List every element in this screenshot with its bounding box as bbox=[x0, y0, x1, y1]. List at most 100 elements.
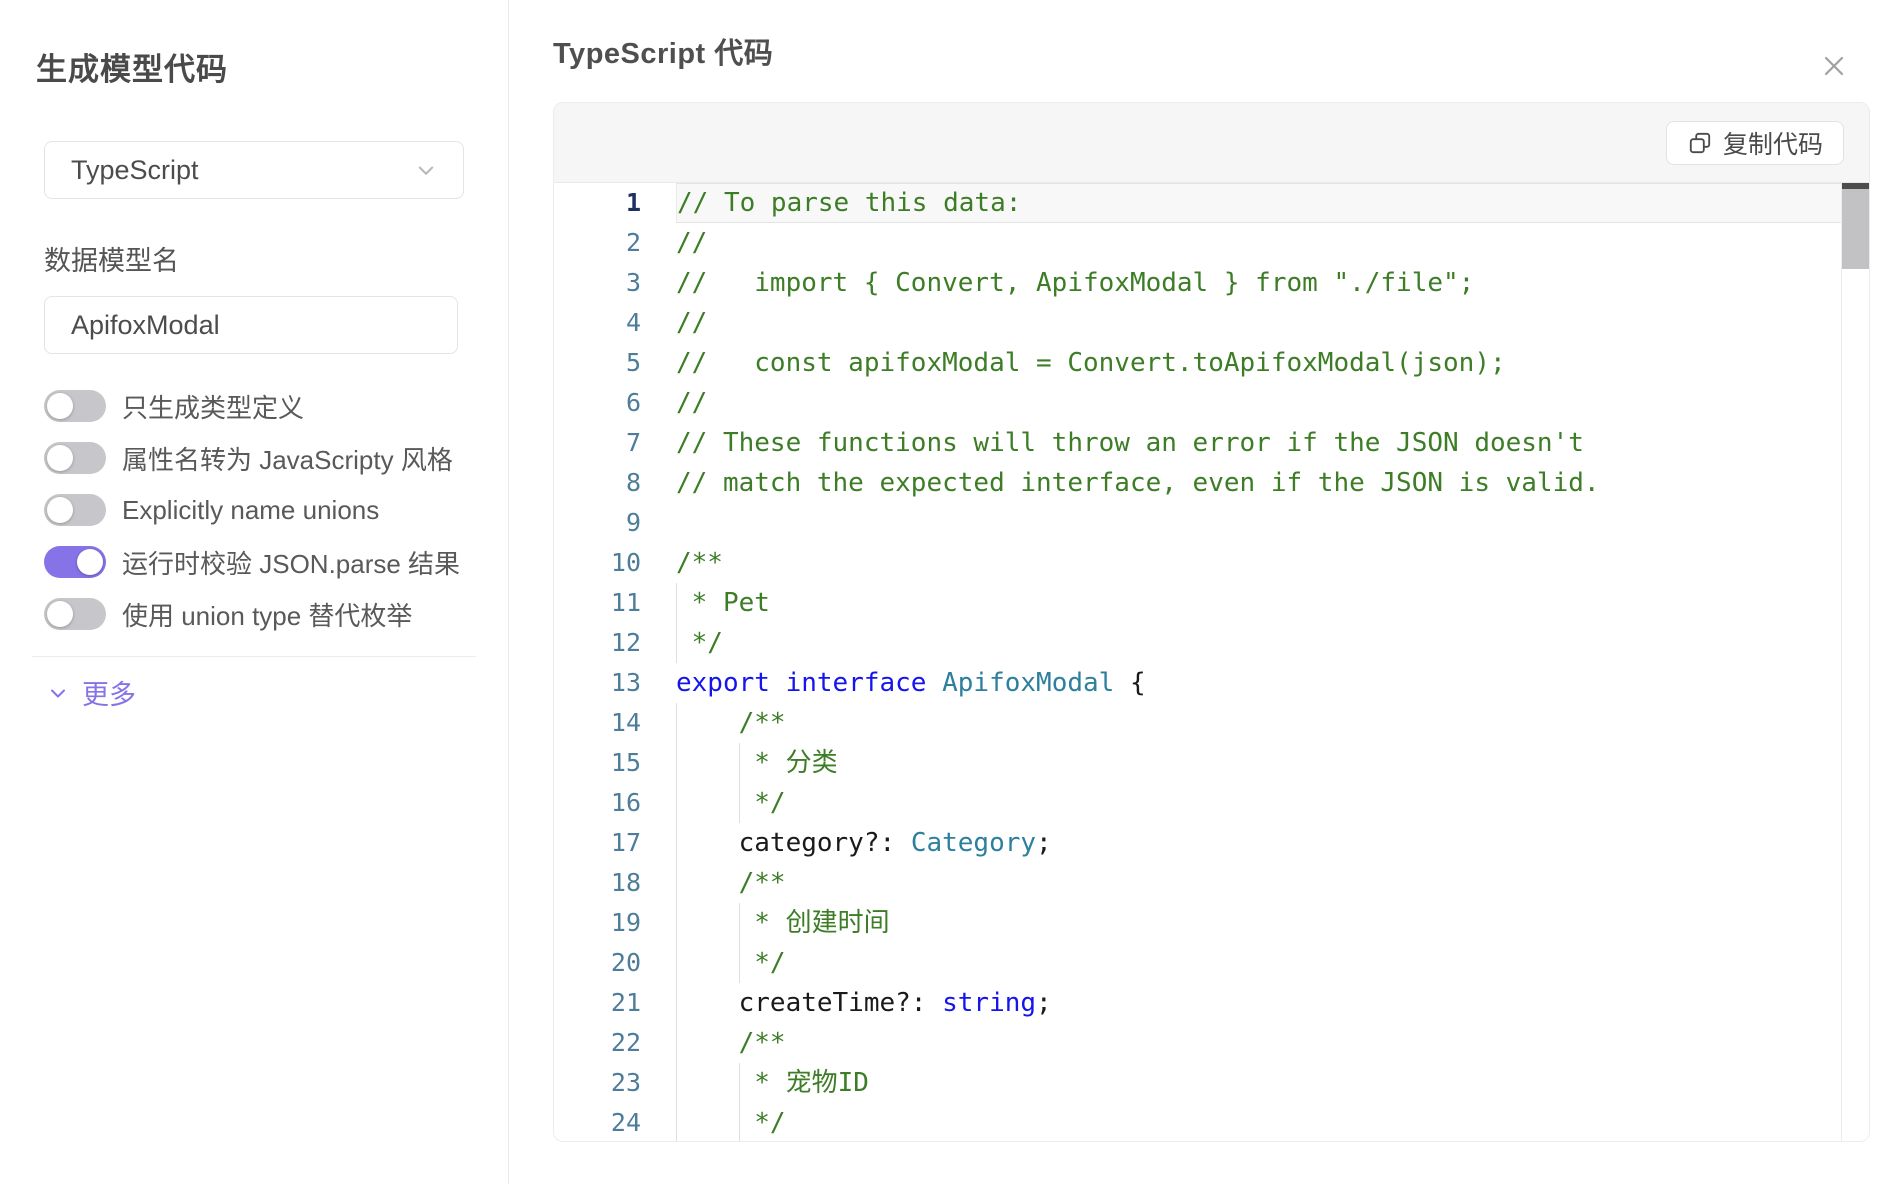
panel-title: TypeScript 代码 bbox=[553, 30, 1870, 72]
toggle-switch-1[interactable] bbox=[44, 442, 106, 474]
toggle-switch-2[interactable] bbox=[44, 494, 106, 526]
toggle-knob bbox=[47, 393, 73, 419]
close-button[interactable] bbox=[1816, 48, 1852, 84]
copy-icon bbox=[1687, 130, 1713, 156]
line-number: 14 bbox=[554, 703, 676, 743]
line-number: 17 bbox=[554, 823, 676, 863]
line-number: 7 bbox=[554, 423, 676, 463]
line-number: 18 bbox=[554, 863, 676, 903]
language-select[interactable]: TypeScript bbox=[44, 141, 464, 199]
toggle-switch-0[interactable] bbox=[44, 390, 106, 422]
code-line-text: // const apifoxModal = Convert.toApifoxM… bbox=[676, 343, 1841, 383]
code-line: 4// bbox=[554, 303, 1869, 343]
code-line: 10/** bbox=[554, 543, 1869, 583]
code-line-text bbox=[676, 503, 1841, 543]
code-line-text: export interface ApifoxModal { bbox=[676, 663, 1841, 703]
code-line: 20 */ bbox=[554, 943, 1869, 983]
code-line-text: /** bbox=[676, 703, 1841, 743]
code-token: Category bbox=[911, 828, 1036, 858]
code-line-text: // To parse this data: bbox=[676, 183, 1841, 223]
code-token: /** bbox=[676, 708, 786, 738]
code-token: // bbox=[676, 308, 707, 338]
code-token bbox=[770, 668, 786, 698]
indent-guide bbox=[676, 703, 677, 743]
sidebar: 生成模型代码 TypeScript 数据模型名 只生成类型定义属性名转为 Jav… bbox=[0, 0, 509, 1184]
code-token: ; bbox=[1036, 828, 1052, 858]
toggle-row: 运行时校验 JSON.parse 结果 bbox=[44, 536, 472, 588]
scrollbar-thumb[interactable] bbox=[1842, 189, 1869, 269]
code-line-text: // These functions will throw an error i… bbox=[676, 423, 1841, 463]
chevron-down-icon bbox=[411, 155, 441, 185]
more-link[interactable]: 更多 bbox=[46, 673, 472, 712]
indent-guide bbox=[676, 1063, 677, 1103]
code-line: 1// To parse this data: bbox=[554, 183, 1869, 223]
code-line-text: * Pet bbox=[676, 583, 1841, 623]
indent-guide bbox=[676, 743, 677, 783]
code-token: */ bbox=[676, 1108, 786, 1138]
toggle-switch-3[interactable] bbox=[44, 546, 106, 578]
copy-code-label: 复制代码 bbox=[1723, 125, 1823, 161]
indent-guide bbox=[676, 1023, 677, 1063]
model-name-input[interactable] bbox=[44, 296, 458, 354]
toggle-label: 属性名转为 JavaScripty 风格 bbox=[122, 440, 453, 477]
code-line: 16 */ bbox=[554, 783, 1869, 823]
code-token: /** bbox=[676, 548, 723, 578]
sidebar-divider bbox=[32, 656, 476, 657]
line-number: 6 bbox=[554, 383, 676, 423]
indent-guide bbox=[739, 1103, 740, 1141]
code-token: * 宠物ID bbox=[676, 1068, 869, 1098]
code-line: 22 /** bbox=[554, 1023, 1869, 1063]
code-token: // bbox=[676, 228, 707, 258]
line-number: 3 bbox=[554, 263, 676, 303]
code-token: createTime?: bbox=[676, 988, 942, 1018]
code-line: 15 * 分类 bbox=[554, 743, 1869, 783]
code-editor[interactable]: 1// To parse this data:2//3// import { C… bbox=[554, 183, 1869, 1141]
code-token: /** bbox=[676, 1028, 786, 1058]
code-token: */ bbox=[676, 948, 786, 978]
line-number: 15 bbox=[554, 743, 676, 783]
line-number: 10 bbox=[554, 543, 676, 583]
line-number: 21 bbox=[554, 983, 676, 1023]
indent-guide bbox=[676, 983, 677, 1023]
code-line-text: * 分类 bbox=[676, 743, 1841, 783]
code-line-text: // import { Convert, ApifoxModal } from … bbox=[676, 263, 1841, 303]
line-number: 12 bbox=[554, 623, 676, 663]
chevron-down-icon bbox=[46, 681, 70, 705]
line-number: 20 bbox=[554, 943, 676, 983]
toggle-knob bbox=[77, 549, 103, 575]
toggle-switch-4[interactable] bbox=[44, 598, 106, 630]
code-line: 9 bbox=[554, 503, 1869, 543]
line-number: 16 bbox=[554, 783, 676, 823]
toggle-row: 使用 union type 替代枚举 bbox=[44, 588, 472, 640]
code-token: */ bbox=[676, 788, 786, 818]
line-number: 4 bbox=[554, 303, 676, 343]
line-number: 19 bbox=[554, 903, 676, 943]
code-lines: 1// To parse this data:2//3// import { C… bbox=[554, 183, 1869, 1141]
copy-code-button[interactable]: 复制代码 bbox=[1666, 121, 1844, 165]
code-line: 2// bbox=[554, 223, 1869, 263]
code-line: 7// These functions will throw an error … bbox=[554, 423, 1869, 463]
indent-guide bbox=[739, 903, 740, 943]
code-token: // To parse this data: bbox=[677, 188, 1021, 218]
code-line: 21 createTime?: string; bbox=[554, 983, 1869, 1023]
more-link-label: 更多 bbox=[82, 673, 136, 712]
toggle-label: 只生成类型定义 bbox=[122, 388, 304, 425]
code-line: 17 category?: Category; bbox=[554, 823, 1869, 863]
indent-guide bbox=[676, 823, 677, 863]
code-token: * Pet bbox=[676, 588, 770, 618]
code-line-text: createTime?: string; bbox=[676, 983, 1841, 1023]
indent-guide bbox=[676, 783, 677, 823]
vertical-scrollbar[interactable] bbox=[1841, 183, 1869, 1141]
line-number: 9 bbox=[554, 503, 676, 543]
code-line: 12 */ bbox=[554, 623, 1869, 663]
code-line: 18 /** bbox=[554, 863, 1869, 903]
toggle-row: Explicitly name unions bbox=[44, 484, 472, 536]
code-preview-panel: TypeScript 代码 复制代码 1// To parse this dat… bbox=[509, 0, 1904, 1184]
indent-guide bbox=[676, 1103, 677, 1141]
code-line: 5// const apifoxModal = Convert.toApifox… bbox=[554, 343, 1869, 383]
code-token: * 创建时间 bbox=[676, 908, 890, 938]
code-card: 复制代码 1// To parse this data:2//3// impor… bbox=[553, 102, 1870, 1142]
page-title: 生成模型代码 bbox=[36, 44, 472, 89]
toggle-knob bbox=[47, 601, 73, 627]
line-number: 11 bbox=[554, 583, 676, 623]
